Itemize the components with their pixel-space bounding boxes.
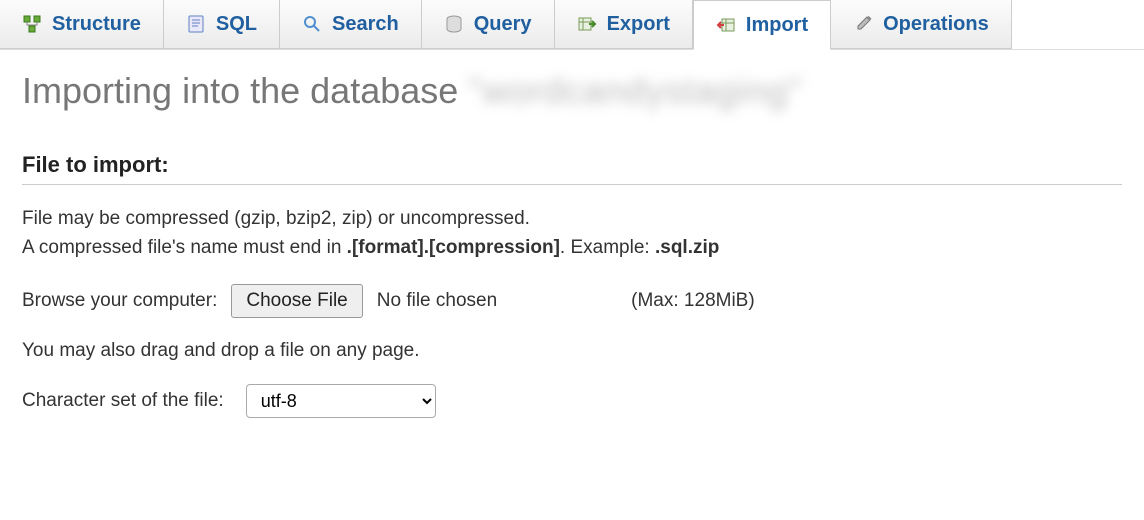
- tab-label: Search: [332, 13, 399, 36]
- tab-import[interactable]: Import: [693, 0, 831, 50]
- export-icon: [577, 14, 597, 34]
- operations-icon: [853, 14, 873, 34]
- help-line2-bold2: .sql.zip: [655, 237, 719, 258]
- structure-icon: [22, 14, 42, 34]
- charset-label: Character set of the file:: [22, 390, 224, 412]
- drag-drop-hint: You may also drag and drop a file on any…: [22, 340, 1122, 362]
- no-file-chosen-label: No file chosen: [377, 290, 497, 312]
- charset-select[interactable]: utf-8: [246, 384, 436, 418]
- tab-search[interactable]: Search: [280, 0, 422, 49]
- tab-label: Import: [746, 14, 808, 37]
- database-name-redacted: "wordcandystaging": [468, 70, 802, 112]
- title-prefix: Importing into the database: [22, 70, 458, 111]
- import-icon: [716, 15, 736, 35]
- tab-sql[interactable]: SQL: [164, 0, 280, 49]
- page-title: Importing into the database "wordcandyst…: [22, 70, 1122, 112]
- tab-bar: Structure SQL Search Query Export Import: [0, 0, 1144, 50]
- max-size-label: (Max: 128MiB): [631, 290, 755, 312]
- tab-label: Query: [474, 13, 532, 36]
- help-line2-mid: . Example:: [560, 237, 655, 258]
- tab-query[interactable]: Query: [422, 0, 555, 49]
- tab-label: Structure: [52, 13, 141, 36]
- sql-icon: [186, 14, 206, 34]
- help-line2-pre: A compressed file's name must end in: [22, 237, 347, 258]
- search-icon: [302, 14, 322, 34]
- main-content: Importing into the database "wordcandyst…: [0, 50, 1144, 438]
- tab-operations[interactable]: Operations: [831, 0, 1012, 49]
- query-icon: [444, 14, 464, 34]
- tab-label: Operations: [883, 13, 989, 36]
- tab-label: Export: [607, 13, 670, 36]
- help-line1: File may be compressed (gzip, bzip2, zip…: [22, 208, 530, 229]
- browse-label: Browse your computer:: [22, 290, 217, 312]
- help-line2-bold1: .[format].[compression]: [347, 237, 560, 258]
- charset-row: Character set of the file: utf-8: [22, 384, 1122, 418]
- choose-file-button[interactable]: Choose File: [231, 284, 362, 318]
- browse-row: Browse your computer: Choose File No fil…: [22, 284, 1122, 318]
- tab-structure[interactable]: Structure: [0, 0, 164, 49]
- help-text-compression: File may be compressed (gzip, bzip2, zip…: [22, 205, 1122, 262]
- section-title-file-to-import: File to import:: [22, 152, 1122, 185]
- tab-export[interactable]: Export: [555, 0, 693, 49]
- tab-label: SQL: [216, 13, 257, 36]
